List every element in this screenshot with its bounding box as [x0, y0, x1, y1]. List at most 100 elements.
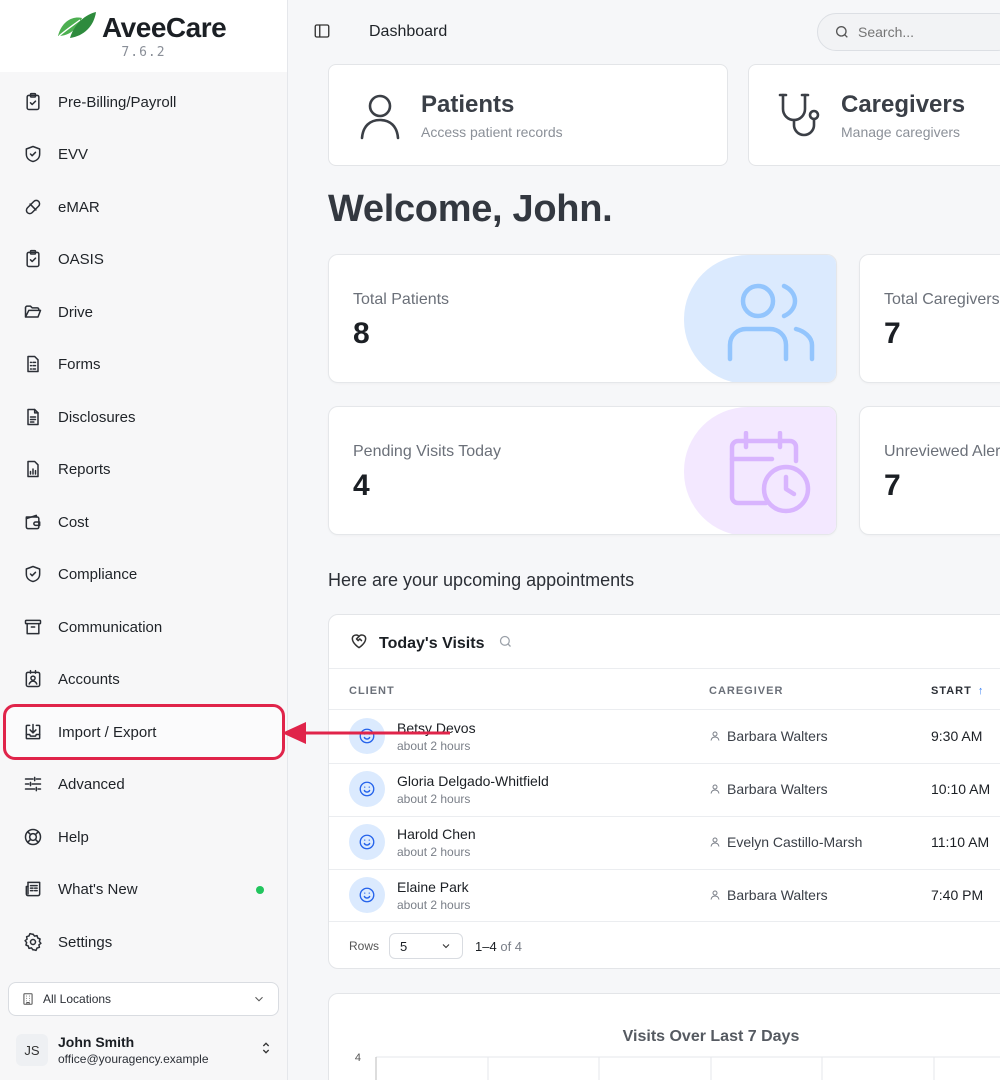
table-pagination: Rows 5 1–4 of 4 [349, 933, 522, 959]
client-relative-time: about 2 hours [397, 792, 471, 806]
import-icon [22, 721, 44, 743]
stat-value: 8 [353, 317, 370, 350]
sidebar-item-reports[interactable]: Reports [8, 445, 280, 493]
smiley-avatar-icon [349, 877, 385, 913]
sort-ascending-icon: ↑ [977, 685, 985, 697]
sidebar-item-whats-new[interactable]: What's New [8, 865, 280, 913]
new-indicator-dot [256, 886, 264, 894]
column-header-start[interactable]: START ↑ [931, 685, 984, 697]
report-chart-icon [22, 458, 44, 480]
client-name[interactable]: Elaine Park [397, 879, 469, 895]
card-subtitle: Manage caregivers [841, 124, 961, 140]
stat-label: Total Patients [353, 291, 450, 308]
card-subtitle: Access patient records [421, 124, 563, 140]
search-icon[interactable] [494, 634, 513, 654]
sidebar-item-label: Settings [58, 933, 113, 951]
user-icon [710, 890, 720, 900]
rows-per-page-value: 5 [400, 938, 408, 954]
clipboard-check-icon [22, 248, 44, 270]
caregivers-card[interactable]: Caregivers Manage caregivers [748, 64, 1000, 166]
sidebar-item-import-export[interactable]: Import / Export [3, 704, 285, 760]
card-title: Patients [421, 91, 515, 118]
stat-label: Unreviewed Alerts [884, 443, 1000, 460]
document-icon [22, 406, 44, 428]
smiley-avatar-icon [349, 771, 385, 807]
sidebar-item-cost[interactable]: Cost [8, 498, 280, 546]
table-row[interactable]: Gloria Delgado-Whitfield about 2 hours B… [329, 763, 1000, 816]
form-icon [22, 353, 44, 375]
sidebar-item-settings[interactable]: Settings [8, 918, 280, 966]
annotation-arrow [282, 722, 450, 744]
client-relative-time: about 2 hours [397, 898, 471, 912]
client-relative-time: about 2 hours [397, 845, 471, 859]
user-icon [357, 91, 403, 141]
user-name: John Smith [58, 1034, 135, 1050]
building-icon [23, 993, 33, 1005]
sidebar: AveeCare 7.6.2 Pre-Billing/Payroll EVV e… [0, 0, 288, 1080]
stat-total-caregivers[interactable]: Total Caregivers 7 [859, 254, 1000, 383]
appointments-section-title: Here are your upcoming appointments [328, 570, 635, 590]
sidebar-item-emar[interactable]: eMAR [8, 183, 280, 231]
start-time: 7:40 PM [931, 887, 984, 903]
sidebar-item-label: What's New [58, 880, 138, 898]
visits-chart-card: Visits Over Last 7 Days 4 [328, 993, 1000, 1080]
stat-value: 7 [884, 469, 901, 502]
stat-pending-visits[interactable]: Pending Visits Today 4 [328, 406, 837, 535]
sidebar-item-disclosures[interactable]: Disclosures [8, 393, 280, 441]
stat-total-patients[interactable]: Total Patients 8 [328, 254, 837, 383]
rows-per-page-select[interactable]: 5 [389, 933, 464, 959]
start-time: 10:10 AM [931, 781, 991, 797]
rows-label: Rows [349, 939, 380, 953]
y-tick-label: 4 [355, 1052, 361, 1064]
client-name[interactable]: Gloria Delgado-Whitfield [397, 773, 549, 789]
search-icon [836, 26, 848, 38]
sidebar-item-label: Drive [58, 303, 94, 321]
user-icon [710, 837, 720, 847]
chevron-down-icon [442, 944, 450, 949]
sidebar-item-advanced[interactable]: Advanced [8, 760, 280, 808]
pagination-range-value: 1–4 [475, 938, 497, 954]
sidebar-item-forms[interactable]: Forms [8, 340, 280, 388]
sidebar-item-compliance[interactable]: Compliance [8, 550, 280, 598]
sidebar-item-label: EVV [58, 145, 89, 163]
divider [329, 921, 1000, 922]
sidebar-item-communication[interactable]: Communication [8, 603, 280, 651]
column-header-caregiver[interactable]: CAREGIVER [709, 685, 783, 697]
clipboard-check-icon [22, 91, 44, 113]
breadcrumb[interactable]: Dashboard [369, 23, 447, 41]
user-email: office@youragency.example [58, 1052, 209, 1066]
app-logo[interactable]: AveeCare [56, 10, 227, 45]
avatar: JS [16, 1034, 48, 1066]
brand-header: AveeCare 7.6.2 [0, 0, 287, 72]
wallet-icon [22, 511, 44, 533]
search-box[interactable] [817, 13, 1000, 51]
caregiver-cell: Barbara Walters [709, 887, 828, 903]
table-header: Today's Visits [349, 631, 513, 656]
table-row[interactable]: Harold Chen about 2 hours Evelyn Castill… [329, 816, 1000, 869]
stat-label: Pending Visits Today [353, 443, 501, 460]
user-menu[interactable]: JS John Smith office@youragency.example [16, 1030, 274, 1070]
column-header-start-label: START [931, 685, 972, 697]
todays-visits-table: Today's Visits CLIENT CAREGIVER START ↑ B… [328, 614, 1000, 969]
start-time: 9:30 AM [931, 728, 983, 744]
sidebar-toggle-icon[interactable] [313, 22, 333, 42]
topbar: Dashboard [289, 0, 1000, 64]
search-input[interactable] [858, 24, 998, 40]
sidebar-item-accounts[interactable]: Accounts [8, 655, 280, 703]
shield-check-icon [22, 143, 44, 165]
sidebar-item-drive[interactable]: Drive [8, 288, 280, 336]
client-name[interactable]: Harold Chen [397, 826, 476, 842]
sidebar-item-help[interactable]: Help [8, 813, 280, 861]
caregiver-name: Barbara Walters [727, 781, 828, 797]
location-select[interactable]: All Locations [8, 982, 279, 1016]
sidebar-item-label: Cost [58, 513, 89, 531]
start-time: 11:10 AM [931, 834, 990, 850]
column-header-client[interactable]: CLIENT [349, 685, 395, 697]
patients-card[interactable]: Patients Access patient records [328, 64, 728, 166]
stat-unreviewed-alerts[interactable]: Unreviewed Alerts 7 [859, 406, 1000, 535]
sidebar-item-label: Forms [58, 355, 101, 373]
sidebar-item-pre-billing-payroll[interactable]: Pre-Billing/Payroll [8, 78, 280, 126]
table-row[interactable]: Elaine Park about 2 hours Barbara Walter… [329, 869, 1000, 922]
sidebar-item-evv[interactable]: EVV [8, 130, 280, 178]
sidebar-item-oasis[interactable]: OASIS [8, 235, 280, 283]
